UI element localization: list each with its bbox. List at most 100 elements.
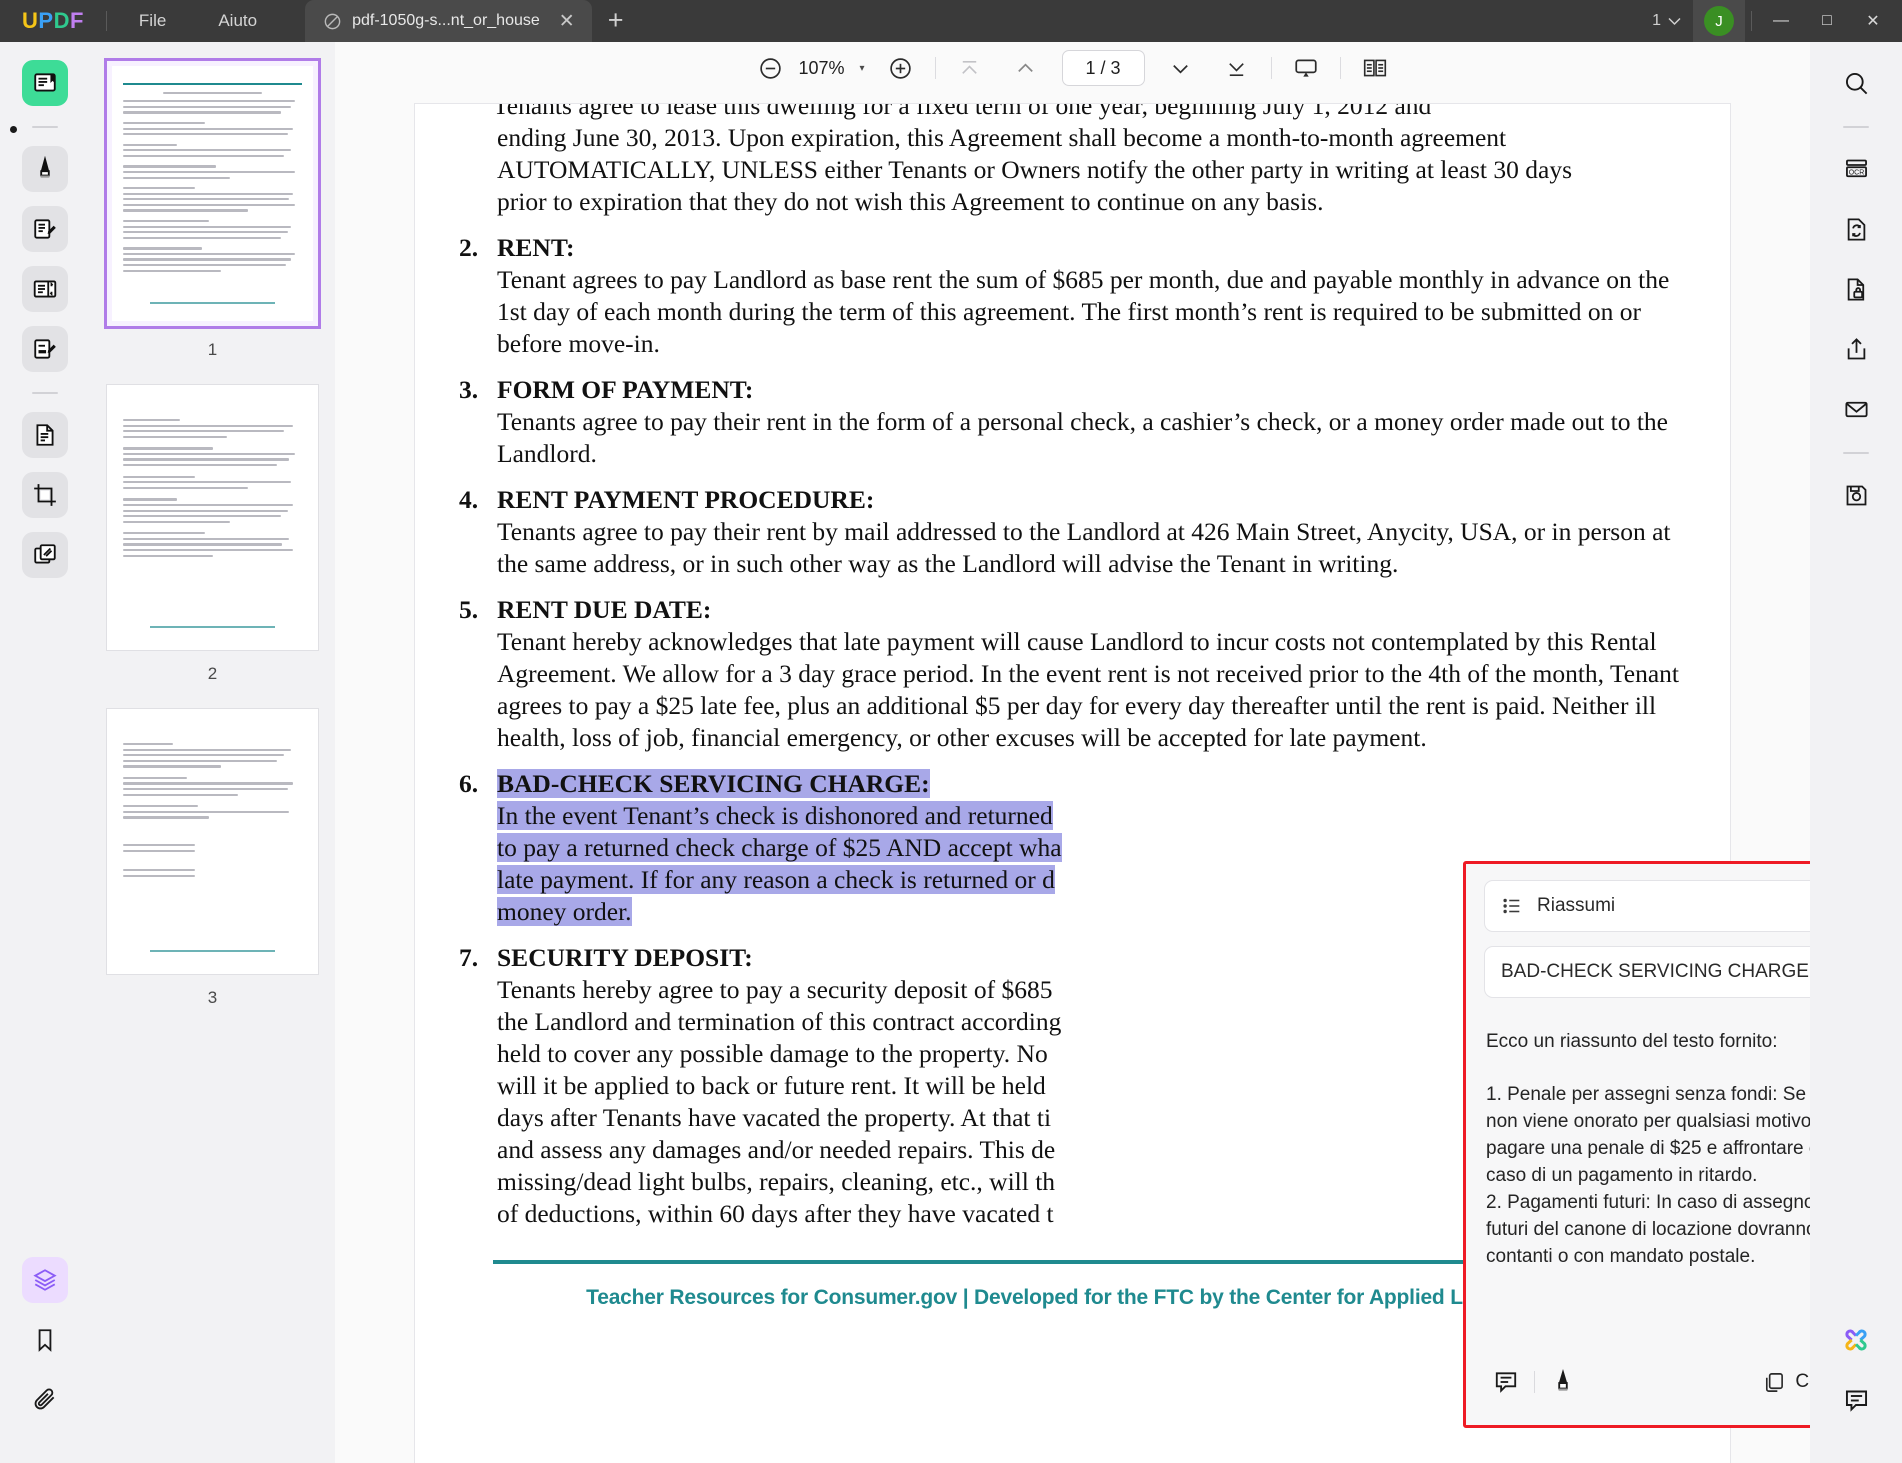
viewer-toolbar: 107% ▾ 1 / 3 (335, 42, 1810, 94)
divider (1339, 57, 1341, 79)
section-body: Tenant agrees to pay Landlord as base re… (497, 265, 1670, 358)
sidebar-item-layers[interactable] (22, 1257, 68, 1303)
next-page-button[interactable] (1161, 48, 1201, 88)
section-heading: RENT PAYMENT PROCEDURE: (497, 485, 875, 514)
section-body: Tenant hereby acknowledges that late pay… (497, 627, 1679, 752)
ocr-icon[interactable]: OCR (1833, 146, 1879, 192)
sidebar-item-bookmark[interactable] (22, 1317, 68, 1363)
share-icon[interactable] (1833, 326, 1879, 372)
ai-assistant-panel: Riassumi ▾ BAD-CHECK SERVICING CHARGE:In… (1463, 861, 1810, 1428)
thumbnail-panel[interactable]: 1 2 3 (90, 42, 335, 1463)
avatar: J (1704, 6, 1734, 36)
sidebar-item-crop[interactable] (22, 472, 68, 518)
maximize-button[interactable]: □ (1804, 0, 1850, 42)
divider (32, 392, 58, 394)
divider (1270, 57, 1272, 79)
logo-letter-f: F (69, 8, 84, 33)
section-heading: RENT DUE DATE: (497, 595, 712, 624)
title-bar: UPDF File Aiuto pdf-1050g-s...nt_or_hous… (0, 0, 1902, 42)
sidebar-item-highlighter[interactable] (22, 146, 68, 192)
highlight-button[interactable] (1541, 1360, 1585, 1404)
document-tab[interactable]: pdf-1050g-s...nt_or_house ✕ (305, 0, 592, 42)
close-window-button[interactable]: ✕ (1850, 0, 1896, 42)
thumbnail-preview (112, 714, 313, 969)
zoom-dropdown-icon[interactable]: ▾ (859, 63, 864, 74)
divider (1534, 1371, 1535, 1393)
presentation-mode-button[interactable] (1286, 48, 1326, 88)
section-number: 5. (459, 595, 479, 624)
list-icon (1501, 895, 1523, 917)
section-body: Tenants agree to pay their rent by mail … (497, 517, 1671, 578)
intro-line-3: prior to expiration that they do not wis… (497, 187, 1324, 216)
titlebar-right: 1 J — □ ✕ (1640, 0, 1902, 42)
ai-assistant-icon[interactable] (1833, 1317, 1879, 1363)
sidebar-item-convert[interactable] (22, 412, 68, 458)
zoom-out-button[interactable] (750, 48, 790, 88)
divider (1843, 452, 1869, 454)
page-number-input[interactable]: 1 / 3 (1061, 50, 1145, 86)
zoom-in-button[interactable] (881, 48, 921, 88)
page-canvas[interactable]: Tenants agree to lease this dwelling for… (335, 94, 1810, 1463)
left-toolbar-bottom (22, 1257, 68, 1463)
thumbnail-preview (112, 390, 313, 645)
sidebar-item-pages[interactable] (22, 532, 68, 578)
previous-page-button[interactable] (1006, 48, 1046, 88)
thumbnail-page-3[interactable] (106, 708, 319, 975)
divider (1751, 11, 1752, 31)
svg-text:OCR: OCR (1848, 169, 1864, 176)
thumbnail-number: 3 (207, 988, 218, 1007)
new-tab-button[interactable]: + (608, 5, 624, 42)
first-page-button[interactable] (950, 48, 990, 88)
email-icon[interactable] (1833, 386, 1879, 432)
logo-letter-u: U (22, 8, 39, 33)
protect-icon[interactable] (1833, 266, 1879, 312)
view-mode-button[interactable] (1355, 48, 1395, 88)
sidebar-item-organize[interactable] (22, 266, 68, 312)
zoom-level[interactable]: 107% (790, 58, 852, 79)
sidebar-item-reader[interactable] (22, 60, 68, 106)
divider (1843, 126, 1869, 128)
section-number: 7. (459, 943, 479, 972)
add-comment-button[interactable] (1484, 1360, 1528, 1404)
section-heading: RENT: (497, 233, 575, 262)
sidebar-item-sign[interactable] (22, 326, 68, 372)
comment-panel-icon[interactable] (1833, 1377, 1879, 1423)
last-page-button[interactable] (1217, 48, 1257, 88)
account-count-dropdown[interactable]: 1 (1640, 12, 1693, 30)
ai-source-dropdown[interactable]: BAD-CHECK SERVICING CHARGE:In the event … (1484, 946, 1810, 998)
menu-help[interactable]: Aiuto (192, 0, 283, 42)
pdf-file-icon (323, 12, 342, 31)
right-toolbar-bottom (1833, 1317, 1879, 1463)
right-toolbar: OCR (1810, 42, 1902, 1463)
section-body-line: money order. (497, 897, 632, 926)
section-5: 5. RENT DUE DATE: Tenant hereby acknowle… (455, 594, 1690, 754)
section-number: 3. (459, 375, 479, 404)
section-body-line: In the event Tenant’s check is dishonore… (497, 801, 1053, 830)
close-tab-icon[interactable]: ✕ (556, 10, 578, 33)
ai-response-body: Ecco un riassunto del testo fornito: 1. … (1484, 1012, 1810, 1339)
menu-file[interactable]: File (113, 0, 192, 42)
sidebar-item-edit[interactable] (22, 206, 68, 252)
ai-response-paragraph-1: 1. Penale per assegni senza fondi: Se l'… (1486, 1084, 1810, 1186)
section-number: 2. (459, 233, 479, 262)
intro-line-2: AUTOMATICALLY, UNLESS either Tenants or … (497, 155, 1572, 184)
section-3: 3. FORM OF PAYMENT: Tenants agree to pay… (455, 374, 1690, 470)
divider (934, 57, 936, 79)
section-body: Tenants agree to pay their rent in the f… (497, 407, 1668, 468)
copy-button[interactable]: Copia (1750, 1363, 1810, 1402)
account-avatar-button[interactable]: J (1693, 0, 1745, 42)
convert-icon[interactable] (1833, 206, 1879, 252)
chevron-down-icon (1668, 17, 1681, 26)
thumbnail-preview (112, 66, 313, 321)
sidebar-item-attachment[interactable] (22, 1377, 68, 1423)
copy-icon (1762, 1371, 1785, 1394)
search-icon[interactable] (1833, 60, 1879, 106)
thumbnail-page-2[interactable] (106, 384, 319, 651)
divider (32, 126, 58, 128)
section-heading: BAD-CHECK SERVICING CHARGE: (497, 769, 930, 798)
intro-line-1: ending June 30, 2013. Upon expiration, t… (497, 123, 1507, 152)
ai-task-dropdown[interactable]: Riassumi ▾ (1484, 880, 1810, 932)
minimize-button[interactable]: — (1758, 0, 1804, 42)
save-icon[interactable] (1833, 472, 1879, 518)
thumbnail-page-1[interactable] (104, 58, 321, 329)
